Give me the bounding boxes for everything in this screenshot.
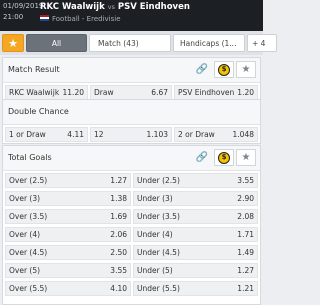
favorite-star-icon[interactable]: ★	[236, 149, 256, 166]
odds-button-over[interactable]: Over (4) 2.06	[5, 227, 131, 242]
market-double-chance: Double Chance 1 or Draw 4.11 12 1.103 2 or…	[2, 99, 261, 144]
market-header: Match Result 🔗 $ ★	[3, 58, 260, 83]
total-goals-row: Over (4.5) 2.50 Under (4.5) 1.49	[3, 243, 260, 261]
odds-button-under[interactable]: Under (4) 1.71	[133, 227, 258, 242]
total-goals-row: Over (3) 1.38 Under (3) 2.90	[3, 189, 260, 207]
away-team: PSV Eindhoven	[117, 2, 190, 12]
total-goals-row: Over (4) 2.06 Under (4) 1.71	[3, 225, 260, 243]
odds-button-away[interactable]: PSV Eindhoven 1.20	[174, 85, 258, 100]
odds-button-draw[interactable]: Draw 6.67	[90, 85, 172, 100]
total-goals-row: Over (2.5) 1.27 Under (2.5) 3.55	[3, 171, 260, 189]
odds-button-home[interactable]: RKC Waalwijk 11.20	[5, 85, 88, 100]
odds-button-under[interactable]: Under (5) 1.27	[133, 263, 258, 278]
market-total-goals: Total Goals 🔗 $ ★ Over (2.5) 1.27 Under (…	[2, 145, 261, 305]
market-header: Total Goals 🔗 $ ★	[3, 146, 260, 171]
total-goals-row: Over (5.5) 4.10 Under (5.5) 1.21	[3, 279, 260, 297]
odds-button-over[interactable]: Over (3.5) 1.69	[5, 209, 131, 224]
market-header: Double Chance	[3, 100, 260, 125]
total-goals-row: Over (5) 3.55 Under (5) 1.27	[3, 261, 260, 279]
odds-button-under[interactable]: Under (3) 2.90	[133, 191, 258, 206]
cash-out-button[interactable]: $	[214, 149, 234, 166]
market-title: Match Result	[8, 65, 60, 74]
link-icon[interactable]: 🔗	[195, 61, 209, 78]
star-icon: ★	[8, 37, 18, 50]
odds-button-under[interactable]: Under (3.5) 2.08	[133, 209, 258, 224]
odds-button-under[interactable]: Under (5.5) 1.21	[133, 281, 258, 296]
netherlands-flag-icon	[40, 15, 49, 21]
event-teams: RKC Waalwijk vs PSV Eindhoven	[40, 2, 190, 12]
market-tabs: ★ All Match (43) Handicaps (1... + 4	[0, 31, 277, 55]
link-icon[interactable]: 🔗	[195, 149, 209, 166]
favorite-star-icon[interactable]: ★	[236, 61, 256, 78]
odds-button-2-or-draw[interactable]: 2 or Draw 1.048	[174, 127, 258, 142]
odds-button-under[interactable]: Under (4.5) 1.49	[133, 245, 258, 260]
cash-out-button[interactable]: $	[214, 61, 234, 78]
odds-button-over[interactable]: Over (3) 1.38	[5, 191, 131, 206]
total-goals-row: Over (3.5) 1.69 Under (3.5) 2.08	[3, 207, 260, 225]
event-date: 01/09/2019	[3, 2, 44, 10]
market-match-result: Match Result 🔗 $ ★ RKC Waalwijk 11.20 Dra…	[2, 57, 261, 102]
coin-icon: $	[218, 64, 230, 76]
home-team: RKC Waalwijk	[40, 2, 105, 12]
odds-button-over[interactable]: Over (2.5) 1.27	[5, 173, 131, 188]
coin-icon: $	[218, 152, 230, 164]
odds-button-over[interactable]: Over (5) 3.55	[5, 263, 131, 278]
vs-label: vs	[107, 3, 115, 11]
event-header: 01/09/2019 21:00 RKC Waalwijk vs PSV Ein…	[0, 0, 263, 31]
event-time: 21:00	[3, 13, 24, 21]
market-title: Total Goals	[8, 153, 52, 162]
tab-all[interactable]: All	[26, 34, 87, 52]
odds-button-over[interactable]: Over (4.5) 2.50	[5, 245, 131, 260]
tab-match[interactable]: Match (43)	[89, 34, 171, 52]
odds-button-1-or-draw[interactable]: 1 or Draw 4.11	[5, 127, 88, 142]
league-info: Football - Eredivisie	[40, 15, 121, 23]
odds-button-over[interactable]: Over (5.5) 4.10	[5, 281, 131, 296]
odds-button-under[interactable]: Under (2.5) 3.55	[133, 173, 258, 188]
favorites-tab[interactable]: ★	[2, 34, 24, 52]
odds-button-12[interactable]: 12 1.103	[90, 127, 172, 142]
tab-more[interactable]: + 4	[247, 34, 277, 52]
market-title: Double Chance	[8, 107, 69, 116]
tab-handicaps[interactable]: Handicaps (1...	[173, 34, 245, 52]
league-label: Football - Eredivisie	[52, 15, 121, 23]
